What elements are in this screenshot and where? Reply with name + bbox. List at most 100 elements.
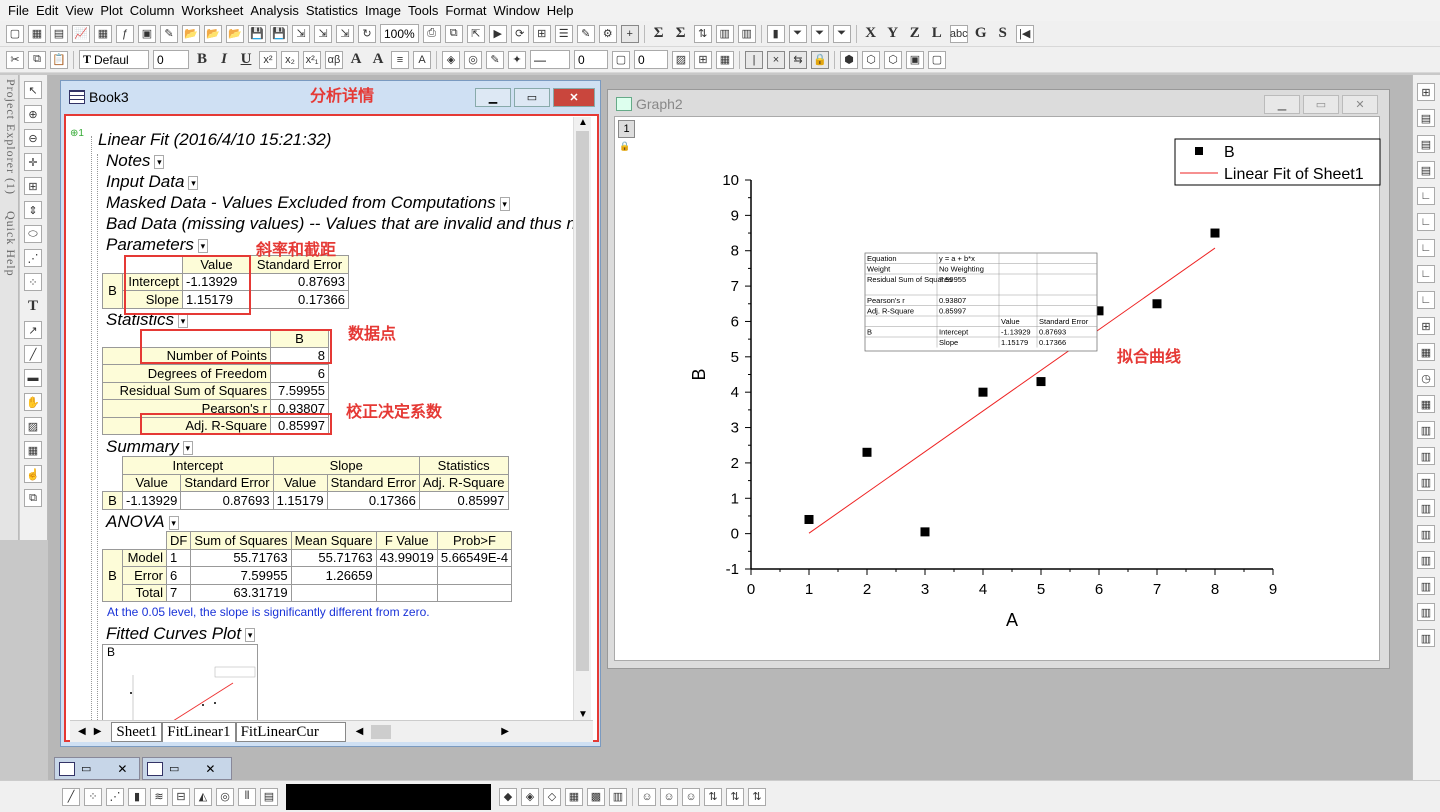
face3-icon[interactable]: ☺ xyxy=(682,787,700,806)
graph-minimize-button[interactable]: ▁ xyxy=(1264,95,1300,114)
export-icon[interactable]: ⇱ xyxy=(466,24,485,43)
border-icon[interactable]: ▢ xyxy=(612,50,630,69)
align-layers-icon[interactable]: ▥ xyxy=(1417,525,1435,543)
set-y-icon[interactable]: Y xyxy=(884,25,902,43)
menu-item-statistics[interactable]: Statistics xyxy=(306,3,358,18)
new-notes-icon[interactable]: ✎ xyxy=(160,24,178,43)
pointer-icon[interactable]: ↖ xyxy=(24,81,42,99)
report-vertical-scrollbar[interactable]: ▲ ▼ xyxy=(573,117,591,720)
italic-icon[interactable]: I xyxy=(215,51,233,69)
hand-tool-icon[interactable]: ✋ xyxy=(24,393,42,411)
tab-fitlinear1[interactable]: FitLinear1 xyxy=(162,721,236,742)
set-x-icon[interactable]: X xyxy=(862,25,880,43)
copy-icon[interactable]: ⧉ xyxy=(28,50,46,69)
save-template-icon[interactable]: 💾 xyxy=(270,24,288,43)
tab-fitlinearcur[interactable]: FitLinearCur xyxy=(235,721,346,742)
group-icon[interactable]: ⬡ xyxy=(862,50,880,69)
code-builder-icon[interactable]: ⚙ xyxy=(598,24,617,43)
font-select[interactable]: T Defaul xyxy=(79,50,149,69)
3d-scatter-icon[interactable]: ◇ xyxy=(543,787,561,806)
first-column-icon[interactable]: |◀ xyxy=(1015,24,1034,43)
line-symbol-icon[interactable]: ⋰ xyxy=(106,787,124,806)
minimized-window-2[interactable]: ▭ ✕ xyxy=(142,757,232,780)
menu-item-view[interactable]: View xyxy=(65,3,93,18)
swap-icon[interactable]: ▥ xyxy=(1417,499,1435,517)
border-width-select[interactable]: 0 xyxy=(634,50,668,69)
column-plot-icon[interactable]: ▮ xyxy=(128,787,146,806)
fill-color-icon[interactable]: ◈ xyxy=(442,50,460,69)
template-icon[interactable]: ▤ xyxy=(260,787,278,806)
unmerge-icon[interactable]: × xyxy=(767,50,785,69)
data-reader-icon[interactable]: ⊞ xyxy=(24,177,42,195)
heatmap-icon[interactable]: ▥ xyxy=(609,787,627,806)
print-icon[interactable]: ⎙ xyxy=(422,24,441,43)
screen-reader-icon[interactable]: ✛ xyxy=(24,153,42,171)
refresh-icon[interactable]: ⟳ xyxy=(510,24,529,43)
side-tabs[interactable]: Project Explorer (1) Quick Help xyxy=(0,75,19,540)
increase-font-icon[interactable]: A xyxy=(347,51,365,69)
line-tool-icon[interactable]: ╱ xyxy=(24,345,42,363)
sort-icon[interactable]: ⇅ xyxy=(693,24,712,43)
face2-icon[interactable]: ☺ xyxy=(660,787,678,806)
set-group-icon[interactable]: G xyxy=(972,25,990,43)
text-tool-icon[interactable]: T xyxy=(24,297,42,315)
stock-plot-icon[interactable]: ⫴ xyxy=(238,787,256,806)
menu-item-help[interactable]: Help xyxy=(547,3,574,18)
menu-item-format[interactable]: Format xyxy=(445,3,486,18)
graph-close-button[interactable]: ✕ xyxy=(1342,95,1378,114)
add-layer-icon[interactable]: ⊞ xyxy=(1417,83,1435,101)
layer-inset-icon[interactable]: ▤ xyxy=(1417,161,1435,179)
paste-icon[interactable]: 📋 xyxy=(50,50,68,69)
restore-icon[interactable]: ▭ xyxy=(81,762,91,775)
new-excel-icon[interactable]: ▤ xyxy=(50,24,68,43)
subscript-icon[interactable]: x₂ xyxy=(281,50,299,69)
polar-plot-icon[interactable]: ◎ xyxy=(216,787,234,806)
menu-item-worksheet[interactable]: Worksheet xyxy=(182,3,244,18)
layer-manager-icon[interactable]: ▥ xyxy=(1417,551,1435,569)
align-icon[interactable]: ≡ xyxy=(391,50,409,69)
filter-clear-icon[interactable]: ⏷ xyxy=(832,24,851,43)
zoom-in-icon[interactable]: ⊕ xyxy=(24,105,42,123)
close-icon[interactable]: ✕ xyxy=(117,762,127,776)
maximize-button[interactable]: ▭ xyxy=(514,88,550,107)
fit-page-icon[interactable]: ▥ xyxy=(1417,629,1435,647)
front-icon[interactable]: ▣ xyxy=(906,50,924,69)
menu-item-tools[interactable]: Tools xyxy=(408,3,438,18)
underline-icon[interactable]: U xyxy=(237,51,255,69)
set-none-icon[interactable]: abc xyxy=(949,24,968,43)
image-plot-icon[interactable]: ▩ xyxy=(587,787,605,806)
table-icon[interactable]: ▦ xyxy=(1417,395,1435,413)
decrease-font-icon[interactable]: A xyxy=(369,51,387,69)
line-style-select[interactable]: — xyxy=(530,50,570,69)
arrange-icon[interactable]: ▥ xyxy=(1417,421,1435,439)
open-template-icon[interactable]: 📂 xyxy=(204,24,222,43)
rectangle-tool-icon[interactable]: ▬ xyxy=(24,369,42,387)
layer-axis-icon[interactable]: ∟ xyxy=(1417,187,1435,205)
arrow-icon[interactable]: ⇆ xyxy=(789,50,807,69)
layer-1-button[interactable]: 1 xyxy=(618,120,635,138)
pan-icon[interactable]: ☝ xyxy=(24,465,42,483)
multi-line-icon[interactable]: ≋ xyxy=(150,787,168,806)
scroll-down-icon[interactable]: ▼ xyxy=(578,709,588,720)
data-selector-icon[interactable]: ⇕ xyxy=(24,201,42,219)
layer-right-icon[interactable]: ▤ xyxy=(1417,135,1435,153)
add-table-icon[interactable]: ▦ xyxy=(1417,343,1435,361)
filter-icon[interactable]: ⏷ xyxy=(788,24,807,43)
extract-icon[interactable]: ▥ xyxy=(1417,473,1435,491)
region-icon[interactable]: ⬭ xyxy=(24,225,42,243)
table-format-icon[interactable]: ▦ xyxy=(716,50,734,69)
arrange2-plot-icon[interactable]: ⇅ xyxy=(726,787,744,806)
import-wizard-icon[interactable]: ⇲ xyxy=(336,24,354,43)
arrange3-plot-icon[interactable]: ⇅ xyxy=(748,787,766,806)
object-edit-icon[interactable]: ⬢ xyxy=(840,50,858,69)
face-icon[interactable]: ☺ xyxy=(638,787,656,806)
arrow-tool-icon[interactable]: ↗ xyxy=(24,321,42,339)
layer-axis2-icon[interactable]: ∟ xyxy=(1417,213,1435,231)
scale-icon[interactable]: ▥ xyxy=(1417,603,1435,621)
supsub-icon[interactable]: x²₁ xyxy=(303,50,321,69)
layer-top-icon[interactable]: ▤ xyxy=(1417,109,1435,127)
lock-icon[interactable]: 🔒 xyxy=(811,50,829,69)
stats-icon[interactable]: Σ xyxy=(672,25,690,43)
grid-icon[interactable]: ⊞ xyxy=(694,50,712,69)
close-button[interactable]: ✕ xyxy=(553,88,595,107)
